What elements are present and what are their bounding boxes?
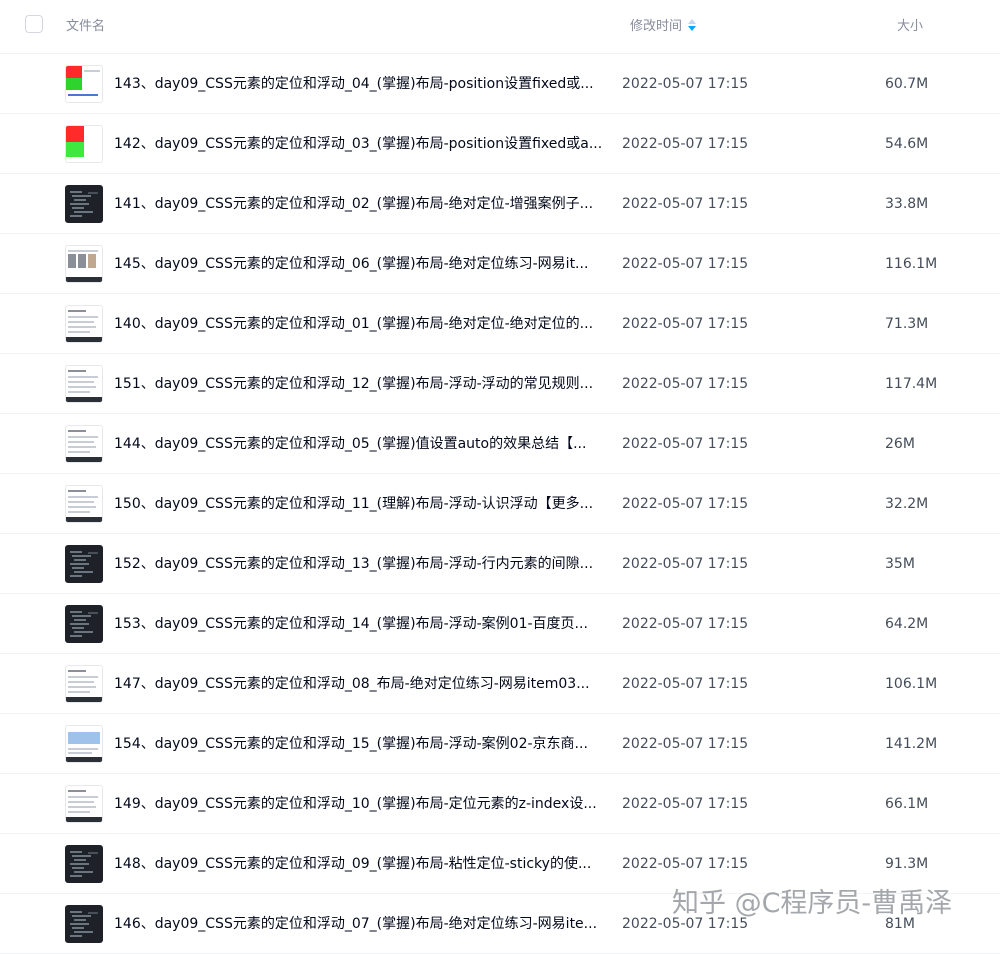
- video-thumbnail[interactable]: [65, 365, 103, 403]
- select-all-checkbox[interactable]: [25, 15, 43, 33]
- file-row[interactable]: 152、day09_CSS元素的定位和浮动_13_(掌握)布局-浮动-行内元素的…: [0, 534, 1000, 594]
- file-name[interactable]: 154、day09_CSS元素的定位和浮动_15_(掌握)布局-浮动-案例02-…: [114, 735, 604, 753]
- video-thumbnail[interactable]: [65, 65, 103, 103]
- file-size: 106.1M: [885, 676, 938, 692]
- file-size: 91.3M: [885, 856, 929, 872]
- sort-descending-icon[interactable]: [688, 19, 697, 31]
- file-modified-time: 2022-05-07 17:15: [622, 196, 749, 212]
- file-modified-time: 2022-05-07 17:15: [622, 616, 749, 632]
- file-size: 33.8M: [885, 196, 929, 212]
- file-row[interactable]: 154、day09_CSS元素的定位和浮动_15_(掌握)布局-浮动-案例02-…: [0, 714, 1000, 774]
- file-row[interactable]: 144、day09_CSS元素的定位和浮动_05_(掌握)值设置auto的效果总…: [0, 414, 1000, 474]
- file-size: 60.7M: [885, 76, 929, 92]
- video-thumbnail[interactable]: [65, 125, 103, 163]
- file-name[interactable]: 142、day09_CSS元素的定位和浮动_03_(掌握)布局-position…: [114, 135, 604, 153]
- file-name[interactable]: 150、day09_CSS元素的定位和浮动_11_(理解)布局-浮动-认识浮动【…: [114, 495, 604, 513]
- video-thumbnail[interactable]: [65, 665, 103, 703]
- video-thumbnail[interactable]: [65, 785, 103, 823]
- file-modified-time: 2022-05-07 17:15: [622, 796, 749, 812]
- file-name[interactable]: 146、day09_CSS元素的定位和浮动_07_(掌握)布局-绝对定位练习-网…: [114, 915, 604, 933]
- file-row[interactable]: 147、day09_CSS元素的定位和浮动_08_布局-绝对定位练习-网易ite…: [0, 654, 1000, 714]
- file-size: 35M: [885, 556, 915, 572]
- file-modified-time: 2022-05-07 17:15: [622, 496, 749, 512]
- video-thumbnail[interactable]: [65, 905, 103, 943]
- file-name[interactable]: 152、day09_CSS元素的定位和浮动_13_(掌握)布局-浮动-行内元素的…: [114, 555, 604, 573]
- file-modified-time: 2022-05-07 17:15: [622, 76, 749, 92]
- video-thumbnail[interactable]: [65, 545, 103, 583]
- file-name[interactable]: 141、day09_CSS元素的定位和浮动_02_(掌握)布局-绝对定位-增强案…: [114, 195, 604, 213]
- file-name[interactable]: 148、day09_CSS元素的定位和浮动_09_(掌握)布局-粘性定位-sti…: [114, 855, 604, 873]
- file-row[interactable]: 140、day09_CSS元素的定位和浮动_01_(掌握)布局-绝对定位-绝对定…: [0, 294, 1000, 354]
- file-modified-time: 2022-05-07 17:15: [622, 856, 749, 872]
- video-thumbnail[interactable]: [65, 425, 103, 463]
- file-row[interactable]: 143、day09_CSS元素的定位和浮动_04_(掌握)布局-position…: [0, 54, 1000, 114]
- file-name[interactable]: 143、day09_CSS元素的定位和浮动_04_(掌握)布局-position…: [114, 75, 604, 93]
- video-thumbnail[interactable]: [65, 245, 103, 283]
- file-name[interactable]: 144、day09_CSS元素的定位和浮动_05_(掌握)值设置auto的效果总…: [114, 435, 604, 453]
- file-modified-time: 2022-05-07 17:15: [622, 676, 749, 692]
- column-header-time-label: 修改时间: [630, 19, 683, 34]
- file-size: 117.4M: [885, 376, 938, 392]
- file-row[interactable]: 145、day09_CSS元素的定位和浮动_06_(掌握)布局-绝对定位练习-网…: [0, 234, 1000, 294]
- file-row[interactable]: 141、day09_CSS元素的定位和浮动_02_(掌握)布局-绝对定位-增强案…: [0, 174, 1000, 234]
- file-name[interactable]: 145、day09_CSS元素的定位和浮动_06_(掌握)布局-绝对定位练习-网…: [114, 255, 604, 273]
- file-modified-time: 2022-05-07 17:15: [622, 376, 749, 392]
- video-thumbnail[interactable]: [65, 485, 103, 523]
- file-size: 71.3M: [885, 316, 929, 332]
- file-name[interactable]: 151、day09_CSS元素的定位和浮动_12_(掌握)布局-浮动-浮动的常见…: [114, 375, 604, 393]
- file-name[interactable]: 153、day09_CSS元素的定位和浮动_14_(掌握)布局-浮动-案例01-…: [114, 615, 604, 633]
- video-thumbnail[interactable]: [65, 605, 103, 643]
- file-modified-time: 2022-05-07 17:15: [622, 136, 749, 152]
- file-name[interactable]: 149、day09_CSS元素的定位和浮动_10_(掌握)布局-定位元素的z-i…: [114, 795, 604, 813]
- file-row[interactable]: 151、day09_CSS元素的定位和浮动_12_(掌握)布局-浮动-浮动的常见…: [0, 354, 1000, 414]
- video-thumbnail[interactable]: [65, 305, 103, 343]
- file-size: 32.2M: [885, 496, 929, 512]
- file-row[interactable]: 149、day09_CSS元素的定位和浮动_10_(掌握)布局-定位元素的z-i…: [0, 774, 1000, 834]
- watermark-text: 知乎 @C程序员-曹禹泽: [672, 888, 953, 919]
- video-thumbnail[interactable]: [65, 185, 103, 223]
- file-size: 141.2M: [885, 736, 938, 752]
- file-name[interactable]: 147、day09_CSS元素的定位和浮动_08_布局-绝对定位练习-网易ite…: [114, 675, 604, 693]
- column-header-name[interactable]: 文件名: [66, 18, 105, 36]
- file-size: 26M: [885, 436, 915, 452]
- file-modified-time: 2022-05-07 17:15: [622, 316, 749, 332]
- file-modified-time: 2022-05-07 17:15: [622, 556, 749, 572]
- file-row[interactable]: 153、day09_CSS元素的定位和浮动_14_(掌握)布局-浮动-案例01-…: [0, 594, 1000, 654]
- column-header-time[interactable]: 修改时间: [630, 18, 697, 36]
- video-thumbnail[interactable]: [65, 725, 103, 763]
- file-size: 64.2M: [885, 616, 929, 632]
- file-list: 143、day09_CSS元素的定位和浮动_04_(掌握)布局-position…: [0, 54, 1000, 954]
- file-row[interactable]: 142、day09_CSS元素的定位和浮动_03_(掌握)布局-position…: [0, 114, 1000, 174]
- file-size: 54.6M: [885, 136, 929, 152]
- file-row[interactable]: 150、day09_CSS元素的定位和浮动_11_(理解)布局-浮动-认识浮动【…: [0, 474, 1000, 534]
- video-thumbnail[interactable]: [65, 845, 103, 883]
- file-list-header: 文件名 修改时间 大小: [0, 0, 1000, 54]
- column-header-size[interactable]: 大小: [897, 18, 923, 36]
- file-modified-time: 2022-05-07 17:15: [622, 736, 749, 752]
- file-modified-time: 2022-05-07 17:15: [622, 256, 749, 272]
- file-modified-time: 2022-05-07 17:15: [622, 436, 749, 452]
- file-size: 116.1M: [885, 256, 938, 272]
- file-name[interactable]: 140、day09_CSS元素的定位和浮动_01_(掌握)布局-绝对定位-绝对定…: [114, 315, 604, 333]
- file-size: 66.1M: [885, 796, 929, 812]
